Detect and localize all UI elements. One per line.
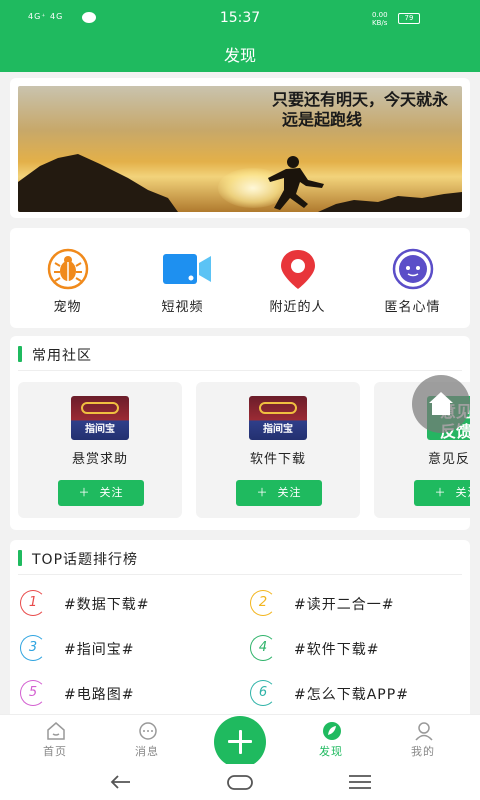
banner-quote-line2: 远是起跑线 — [281, 110, 362, 129]
tab-label: 发现 — [319, 745, 343, 758]
section-title: TOP话题排行榜 — [32, 552, 139, 568]
floating-home-button[interactable] — [412, 375, 470, 433]
section-accent-bar — [18, 550, 22, 566]
topic-item[interactable]: 1 #数据下载# — [20, 590, 240, 618]
message-icon — [139, 722, 157, 740]
follow-label: 关注 — [455, 486, 471, 499]
tab-label: 消息 — [135, 745, 159, 758]
section-title: 常用社区 — [32, 348, 92, 364]
divider — [18, 370, 462, 371]
tab-discover[interactable]: 发现 — [286, 715, 376, 765]
quick-entry-nearby-people[interactable]: 附近的人 — [240, 228, 355, 328]
profile-icon — [415, 722, 433, 741]
banner-card: 只要还有明天，今天就永 远是起跑线 — [10, 78, 470, 218]
topic-rank: 5 — [20, 680, 46, 706]
quick-entry-card: 宠物 短视频 附近的人 匿名心情 — [10, 228, 470, 328]
community-logo-text: 指间宝 — [263, 424, 293, 435]
topic-text: #指间宝# — [64, 642, 135, 658]
follow-button[interactable]: ＋ 关注 — [414, 480, 470, 506]
follow-button[interactable]: ＋ 关注 — [236, 480, 322, 506]
menu-lines-icon[interactable] — [345, 768, 375, 796]
topic-rank: 1 — [20, 590, 46, 616]
follow-button[interactable]: ＋ 关注 — [58, 480, 144, 506]
top-topics-section: TOP话题排行榜 1 #数据下载# 2 #读开二合一# 3 #指间宝# 4 #软… — [10, 540, 470, 720]
topic-text: #怎么下载APP# — [294, 687, 409, 703]
banner-quote-line1: 只要还有明天，今天就永 — [271, 90, 448, 109]
quick-entry-label: 匿名心情 — [384, 300, 441, 315]
logo-ring — [259, 402, 297, 414]
discover-leaf-icon — [323, 722, 341, 740]
quick-entry-anonymous-mood[interactable]: 匿名心情 — [355, 228, 470, 328]
quick-entry-label: 宠物 — [53, 300, 82, 315]
community-item[interactable]: 指间宝 悬赏求助 ＋ 关注 — [18, 382, 182, 518]
topic-text: #读开二合一# — [294, 597, 395, 613]
community-logo: 指间宝 — [71, 396, 129, 440]
battery-indicator: 79 — [398, 13, 420, 24]
network-speed: 0.00 KB/s — [372, 11, 388, 27]
topic-item[interactable]: 5 #电路图# — [20, 680, 240, 708]
bug-icon — [47, 248, 89, 290]
quick-entry-short-video[interactable]: 短视频 — [125, 228, 240, 328]
back-arrow-icon[interactable] — [106, 768, 136, 796]
follow-label: 关注 — [277, 486, 302, 499]
tab-label: 我的 — [411, 745, 435, 758]
page-title: 发现 — [223, 46, 256, 65]
community-section: 常用社区 指间宝 悬赏求助 ＋ 关注 指间宝 软件下载 ＋ 关注 意见 反馈 意… — [10, 336, 470, 530]
community-name: 意见反馈 — [427, 452, 470, 467]
tab-label: 首页 — [43, 745, 67, 758]
banner-image[interactable]: 只要还有明天，今天就永 远是起跑线 — [18, 86, 462, 212]
topic-item[interactable]: 3 #指间宝# — [20, 635, 240, 663]
home-icon — [47, 722, 65, 740]
quick-entry-label: 附近的人 — [269, 300, 326, 315]
video-camera-icon — [163, 254, 211, 284]
topic-item[interactable]: 4 #软件下载# — [250, 635, 470, 663]
chat-bubble-icon — [392, 248, 434, 290]
tab-profile[interactable]: 我的 — [378, 715, 468, 765]
community-name: 悬赏求助 — [71, 452, 128, 467]
follow-label: 关注 — [99, 486, 124, 499]
community-item[interactable]: 指间宝 软件下载 ＋ 关注 — [196, 382, 360, 518]
home-pill-icon[interactable] — [225, 768, 255, 796]
banner-quote: 只要还有明天，今天就永 远是起跑线 — [272, 90, 448, 130]
quick-entry-pet[interactable]: 宠物 — [10, 228, 125, 328]
divider — [18, 574, 462, 575]
topic-rank: 6 — [250, 680, 276, 706]
publish-plus-button[interactable] — [214, 716, 266, 768]
quick-entry-label: 短视频 — [161, 300, 204, 315]
tab-messages[interactable]: 消息 — [102, 715, 192, 765]
topic-text: #软件下载# — [294, 642, 380, 658]
location-pin-icon — [281, 250, 315, 289]
community-logo-text: 指间宝 — [85, 424, 115, 435]
topic-rank: 2 — [250, 590, 276, 616]
topic-text: #电路图# — [64, 687, 135, 703]
topic-rank: 3 — [20, 635, 46, 661]
top-bar: 4G⁺ 4G 15:37 0.00 KB/s 79 发现 — [0, 0, 480, 72]
topic-item[interactable]: 6 #怎么下载APP# — [250, 680, 470, 708]
community-name: 软件下载 — [249, 452, 306, 467]
status-bar: 4G⁺ 4G 15:37 0.00 KB/s 79 — [0, 0, 480, 36]
system-navigation-bar — [0, 764, 480, 800]
community-logo: 指间宝 — [249, 396, 307, 440]
topic-rank: 4 — [250, 635, 276, 661]
logo-ring — [81, 402, 119, 414]
topic-item[interactable]: 2 #读开二合一# — [250, 590, 470, 618]
home-icon — [429, 392, 453, 415]
tab-home[interactable]: 首页 — [10, 715, 100, 765]
topic-text: #数据下载# — [64, 597, 150, 613]
section-accent-bar — [18, 346, 22, 362]
